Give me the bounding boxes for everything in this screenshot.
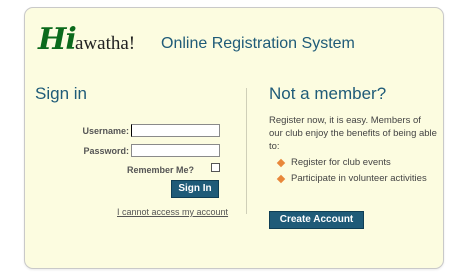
username-input[interactable] [131,124,220,137]
signin-heading: Sign in [35,84,87,103]
benefit-text: Register for club events [291,157,391,168]
benefit-item: Register for club events [276,157,427,173]
app-title: Online Registration System [161,35,355,52]
benefit-text: Participate in volunteer activities [291,173,427,184]
cannot-access-account-link[interactable]: I cannot access my account [117,207,228,217]
logo-hi-text: Hi [38,22,77,57]
diamond-bullet-icon [276,174,286,184]
section-divider [246,88,247,214]
password-input[interactable] [131,144,220,157]
diamond-bullet-icon [276,158,286,168]
password-label: Password: [83,146,129,156]
register-intro-text: Register now, it is easy. Members of our… [269,115,437,152]
sign-in-button[interactable]: Sign In [171,180,219,198]
remember-me-label: Remember Me? [126,165,194,175]
benefits-list: Register for club events Participate in … [276,157,427,189]
logo-rest-text: awatha! [75,33,136,54]
not-a-member-heading: Not a member? [269,84,387,103]
username-label: Username: [82,126,129,136]
benefit-item: Participate in volunteer activities [276,173,427,189]
create-account-button[interactable]: Create Account [269,211,364,229]
remember-me-checkbox[interactable] [211,163,220,172]
